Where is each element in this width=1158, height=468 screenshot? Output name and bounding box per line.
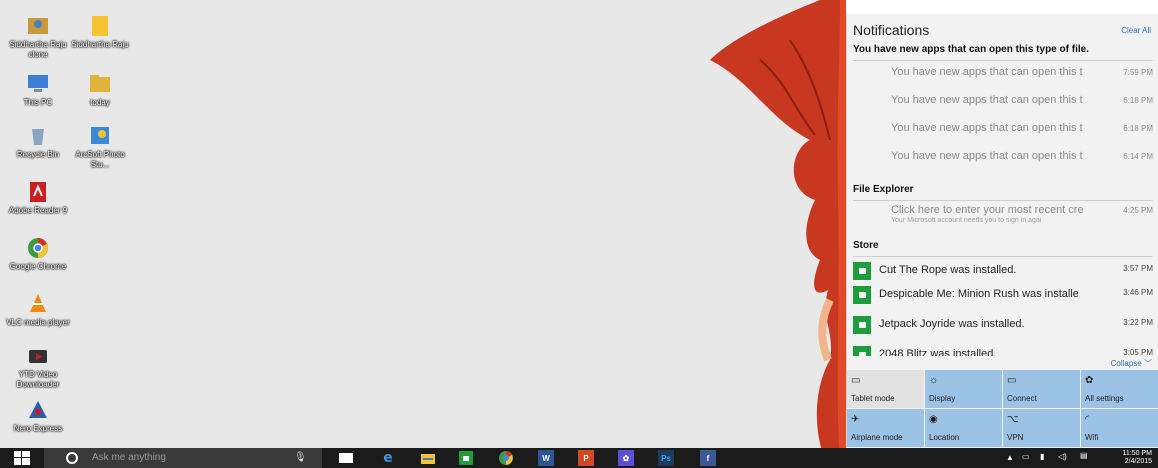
- show-hidden-icons-icon[interactable]: ▲: [1006, 453, 1014, 462]
- notification-item[interactable]: Click here to enter your most recent cre…: [853, 204, 1158, 234]
- tablet-mode-icon: ▭: [851, 375, 861, 386]
- action-center-icon[interactable]: ▤: [1080, 451, 1088, 460]
- taskbar-photoshop[interactable]: Ps: [658, 450, 674, 466]
- desktop: Siddhartha Raju clone Siddhartha Raju Th…: [0, 0, 846, 448]
- taskbar-facebook[interactable]: f: [700, 450, 716, 466]
- desktop-icon-ytd[interactable]: YTD Video Downloader: [6, 344, 70, 390]
- chrome-icon: [499, 451, 513, 465]
- task-view-icon: [339, 453, 353, 463]
- search-placeholder: Ask me anything: [92, 452, 166, 463]
- action-center-header: Notifications Clear All: [853, 22, 1153, 42]
- action-center: Notifications Clear All You have new app…: [846, 14, 1158, 448]
- windows-logo-icon: [14, 451, 30, 465]
- quick-action-vpn[interactable]: ⌥ VPN: [1003, 409, 1080, 447]
- quick-action-connect[interactable]: ▭ Connect: [1003, 370, 1080, 408]
- store-notification-item[interactable]: 2048 Blitz was installed. 3:05 PM: [853, 346, 1158, 356]
- desktop-icon-arcsoft[interactable]: ArcSoft Photo Stu...: [68, 124, 132, 170]
- store-icon: [853, 286, 871, 304]
- nero-icon: [29, 401, 47, 418]
- store-icon: [853, 316, 871, 334]
- store-icon: [853, 346, 871, 356]
- desktop-icon-siddhartha-raju-clone[interactable]: Siddhartha Raju clone: [6, 14, 70, 60]
- computer-icon: [28, 75, 48, 92]
- taskbar-file-explorer[interactable]: [420, 450, 436, 466]
- taskbar-powerpoint[interactable]: P: [578, 450, 594, 466]
- wallpaper-character: [710, 0, 846, 448]
- settings-icon: ✿: [622, 453, 630, 463]
- divider: [853, 200, 1153, 201]
- file-explorer-group-title: File Explorer: [853, 184, 914, 195]
- taskbar-settings[interactable]: ✿: [618, 450, 634, 466]
- photo-app-icon: [91, 127, 109, 144]
- file-explorer-icon: [421, 454, 435, 464]
- battery-icon[interactable]: ▭: [1022, 452, 1030, 461]
- desktop-icon-recycle-bin[interactable]: Recycle Bin: [6, 124, 70, 160]
- quick-action-wifi[interactable]: ◜ Wifi: [1081, 409, 1158, 447]
- airplane-icon: ✈: [851, 414, 860, 425]
- taskbar-store[interactable]: [458, 450, 474, 466]
- desktop-icon-today[interactable]: today: [68, 72, 132, 108]
- quick-actions: ▭ Tablet mode ☼ Display ▭ Connect ✿ All …: [847, 370, 1158, 448]
- clock[interactable]: 11:50 PM 2/4/2015: [1123, 450, 1152, 466]
- collapse-button[interactable]: Collapse ﹀: [1111, 358, 1152, 369]
- display-icon: ☼: [929, 375, 939, 386]
- quick-action-airplane-mode[interactable]: ✈ Airplane mode: [847, 409, 924, 447]
- store-notification-item[interactable]: Despicable Me: Minion Rush was installe …: [853, 286, 1158, 316]
- cortana-search-box[interactable]: Ask me anything 🎙: [44, 448, 322, 468]
- chrome-icon: [28, 238, 48, 258]
- chevron-down-icon: ﹀: [1144, 359, 1152, 368]
- store-icon: [853, 262, 871, 280]
- vpn-icon: ⌥: [1007, 414, 1019, 425]
- notification-group-title: You have new apps that can open this typ…: [853, 44, 1089, 55]
- desktop-icon-google-chrome[interactable]: Google Chrome: [6, 236, 70, 272]
- store-notification-item[interactable]: Jetpack Joyride was installed. 3:22 PM: [853, 316, 1158, 346]
- edge-icon: e: [383, 450, 393, 466]
- store-group-title: Store: [853, 240, 879, 251]
- location-icon: ◉: [929, 414, 938, 425]
- facebook-icon: f: [706, 453, 710, 463]
- desktop-icon-adobe-reader[interactable]: Adobe Reader 9: [6, 180, 70, 216]
- task-view-button[interactable]: [338, 450, 354, 466]
- desktop-icon-nero-express[interactable]: Nero Express: [6, 398, 70, 434]
- notification-item[interactable]: You have new apps that can open this t 7…: [853, 66, 1158, 96]
- quick-action-all-settings[interactable]: ✿ All settings: [1081, 370, 1158, 408]
- wifi-icon: ◜: [1085, 414, 1089, 425]
- system-tray: ▲ ▭ ▮ ◁) ▤ 11:50 PM 2/4/2015: [988, 448, 1158, 468]
- quick-action-display[interactable]: ☼ Display: [925, 370, 1002, 408]
- notification-item[interactable]: You have new apps that can open this t 6…: [853, 150, 1158, 180]
- taskbar-edge[interactable]: e: [380, 450, 396, 466]
- desktop-icon-this-pc[interactable]: This PC: [6, 72, 70, 108]
- volume-icon[interactable]: ◁): [1058, 452, 1067, 461]
- settings-icon: ✿: [1085, 375, 1094, 386]
- word-icon: W: [542, 453, 550, 463]
- cortana-icon: [66, 452, 78, 464]
- microphone-icon[interactable]: 🎙: [294, 452, 307, 463]
- quick-action-location[interactable]: ◉ Location: [925, 409, 1002, 447]
- start-button[interactable]: [0, 448, 44, 468]
- folder-icon: [90, 75, 110, 92]
- vlc-icon: [30, 294, 46, 312]
- pdf-icon: [30, 182, 46, 202]
- desktop-icon-vlc[interactable]: VLC media player: [6, 292, 70, 328]
- action-center-title: Notifications: [853, 22, 930, 38]
- powerpoint-icon: P: [583, 453, 589, 463]
- taskbar-chrome[interactable]: [498, 450, 514, 466]
- taskbar: Ask me anything 🎙 e W P ✿ Ps f ▲ ▭ ▮ ◁) …: [0, 448, 1158, 468]
- desktop-icon-siddhartha-raju[interactable]: Siddhartha Raju: [68, 14, 132, 50]
- photoshop-icon: Ps: [661, 453, 671, 463]
- divider: [853, 256, 1153, 257]
- notification-item[interactable]: You have new apps that can open this t 6…: [853, 122, 1158, 152]
- recycle-bin-icon: [32, 129, 44, 145]
- quick-action-tablet-mode[interactable]: ▭ Tablet mode: [847, 370, 924, 408]
- store-icon: [459, 451, 473, 465]
- notification-item[interactable]: You have new apps that can open this t 6…: [853, 94, 1158, 124]
- connect-icon: ▭: [1007, 375, 1017, 386]
- ytd-icon: [29, 350, 47, 363]
- folder-icon: [92, 16, 108, 36]
- taskbar-word[interactable]: W: [538, 450, 554, 466]
- clear-all-button[interactable]: Clear All: [1121, 26, 1151, 35]
- user-folder-icon: [28, 18, 48, 34]
- divider: [853, 60, 1153, 61]
- network-icon[interactable]: ▮: [1040, 452, 1044, 461]
